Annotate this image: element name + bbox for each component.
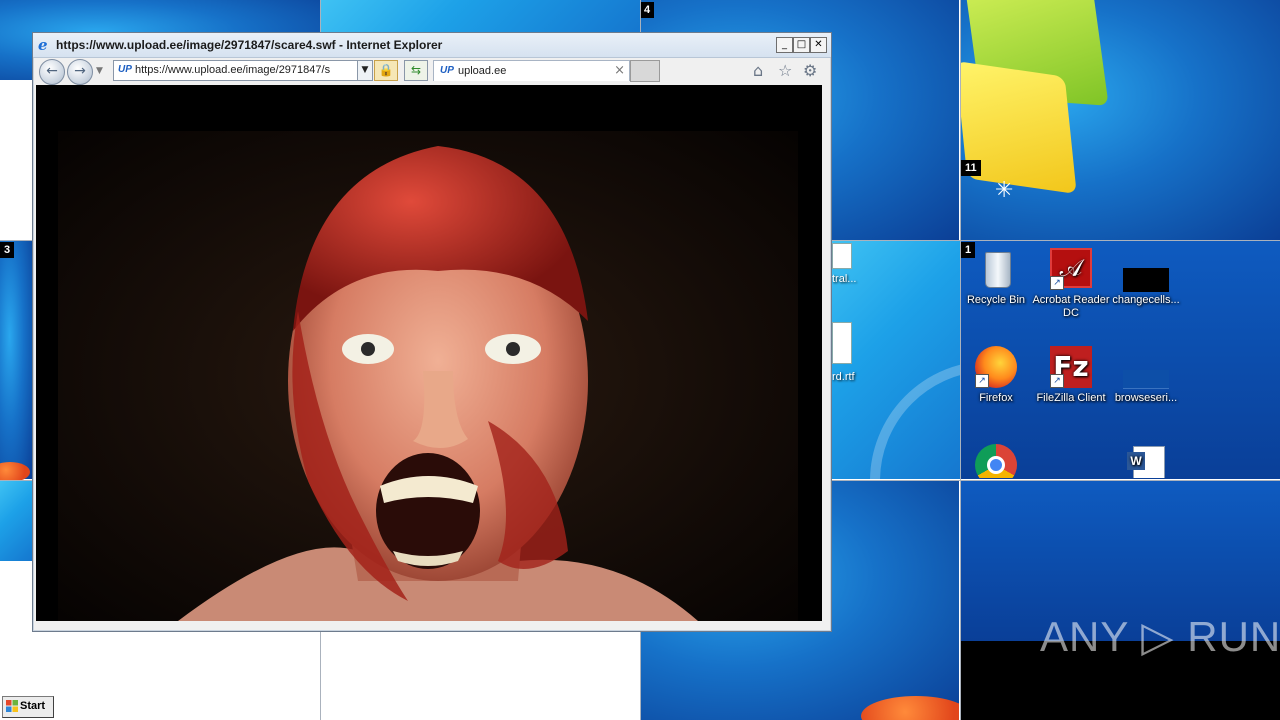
recent-pages-dropdown-icon[interactable]: ▼	[96, 66, 103, 76]
page-content	[36, 85, 822, 621]
partial-label: tral...	[832, 273, 857, 285]
desktop-tile-top-center-left	[321, 0, 640, 32]
desktop-icon-acrobat[interactable]: 𝒜 ↗ Acrobat Reader DC	[1031, 248, 1111, 320]
chevron-down-icon: ▼	[361, 65, 369, 75]
forward-button[interactable]: →	[67, 59, 93, 85]
desktop-icon-label: browseseri...	[1114, 392, 1178, 404]
minimize-button[interactable]: _	[776, 37, 793, 53]
start-button[interactable]: Start	[2, 696, 54, 718]
windows-logo-icon	[6, 700, 18, 712]
desktop-tile-mid-left	[0, 241, 32, 479]
internet-explorer-window[interactable]: e https://www.upload.ee/image/2971847/sc…	[32, 32, 832, 632]
lock-icon: 🔒	[378, 63, 394, 77]
scary-face-image	[58, 131, 798, 621]
file-icon	[1123, 248, 1169, 292]
refresh-icon: ⇆	[410, 63, 422, 77]
desktop-tile-top-right: 11 ✳	[961, 0, 1280, 240]
security-lock-button[interactable]: 🔒	[374, 60, 398, 81]
shortcut-arrow-icon: ↗	[1050, 374, 1064, 388]
arrow-left-icon: ←	[46, 63, 58, 79]
wallpaper-orange-blob	[0, 462, 30, 482]
shortcut-arrow-icon: ↗	[975, 374, 989, 388]
tab-label: upload.ee	[458, 65, 507, 77]
address-url-text[interactable]: https://www.upload.ee/image/2971847/s	[135, 64, 340, 76]
desktop-icon-filezilla[interactable]: Fz ↗ FileZilla Client	[1031, 346, 1111, 405]
address-dropdown-button[interactable]: ▼	[357, 60, 373, 81]
tab-close-icon[interactable]: ×	[614, 63, 625, 78]
window-titlebar[interactable]: e https://www.upload.ee/image/2971847/sc…	[33, 33, 831, 58]
start-label: Start	[20, 700, 46, 712]
desktop-icon-label: changecells...	[1112, 294, 1180, 306]
file-icon	[1123, 346, 1169, 389]
tile-number-4: 4	[640, 2, 655, 18]
internet-explorer-icon: e	[38, 36, 48, 54]
desktop-icon-chrome[interactable]	[956, 444, 1036, 482]
site-favicon-icon: UP	[118, 64, 132, 75]
recycle-bin-icon	[975, 248, 1017, 290]
partial-file-icon[interactable]	[832, 322, 852, 364]
anyrun-watermark: ANY ▷ RUN	[1040, 613, 1280, 660]
partial-file-icon[interactable]	[832, 243, 852, 269]
desktop-icon-firefox[interactable]: ↗ Firefox	[956, 346, 1036, 405]
refresh-button[interactable]: ⇆	[404, 60, 428, 81]
address-bar[interactable]: UP https://www.upload.ee/image/2971847/s…	[113, 60, 373, 81]
sparkle-icon: ✳	[995, 178, 1014, 203]
desktop-icon-recycle-bin[interactable]: Recycle Bin	[956, 248, 1036, 307]
desktop-icon-word-doc[interactable]: W	[1106, 444, 1186, 482]
settings-gear-icon[interactable]: ⚙	[803, 61, 817, 80]
desktop-tile-bottom-left	[0, 481, 32, 561]
navigation-toolbar: ← → ▼ UP https://www.upload.ee/image/297…	[33, 58, 831, 85]
window-title: https://www.upload.ee/image/2971847/scar…	[56, 38, 443, 52]
back-button[interactable]: ←	[39, 59, 65, 85]
wallpaper-orange-blob-bottom	[861, 696, 959, 720]
filezilla-icon: Fz ↗	[1050, 346, 1092, 388]
wallpaper-swirl	[870, 361, 960, 479]
home-icon[interactable]: ⌂	[753, 61, 763, 80]
chrome-icon	[975, 444, 1017, 478]
word-doc-icon: W	[1125, 444, 1167, 478]
desktop-icon-label: Acrobat Reader DC	[1032, 294, 1110, 319]
maximize-button[interactable]: □	[793, 37, 810, 53]
favorites-star-icon[interactable]: ☆	[778, 61, 792, 80]
desktop-icon-browseseri[interactable]: browseseri...	[1106, 346, 1186, 405]
tile-number-3: 3	[0, 242, 15, 258]
partial-label: rd.rtf	[832, 371, 855, 383]
shortcut-arrow-icon: ↗	[1050, 276, 1064, 290]
tab-upload-ee[interactable]: UP upload.ee ×	[433, 60, 630, 81]
desktop-icon-label: Recycle Bin	[966, 294, 1026, 306]
desktop-icon-label: FileZilla Client	[1036, 392, 1106, 404]
close-button[interactable]: ✕	[810, 37, 827, 53]
tile-number-11: 11	[961, 160, 981, 176]
desktop-icon-label: Firefox	[979, 392, 1013, 404]
arrow-right-icon: →	[74, 63, 86, 79]
acrobat-icon: 𝒜 ↗	[1050, 248, 1092, 290]
desktop-icon-changecells[interactable]: changecells...	[1106, 248, 1186, 307]
new-tab-button[interactable]	[630, 60, 660, 82]
firefox-icon: ↗	[975, 346, 1017, 388]
flash-movie-image[interactable]	[58, 131, 798, 621]
site-favicon-icon: UP	[440, 65, 454, 76]
